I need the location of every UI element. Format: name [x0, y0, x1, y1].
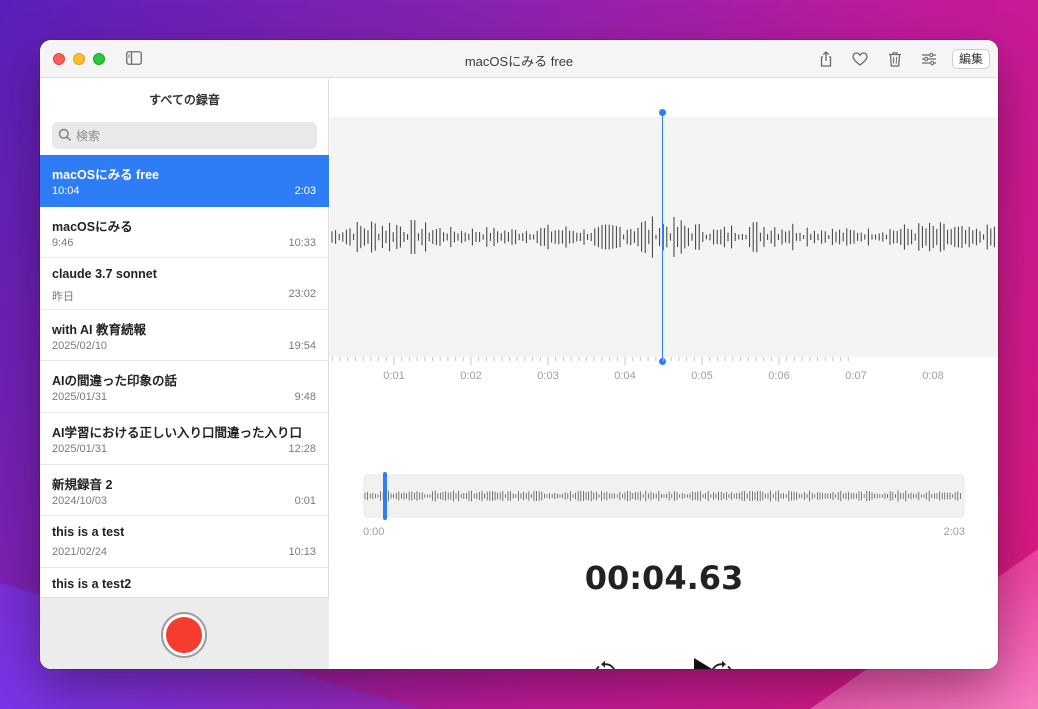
trash-icon[interactable] [886, 50, 904, 68]
recording-date: 2024/10/03 [52, 494, 108, 507]
timeline-ruler: 0:01 0:02 0:03 0:04 0:05 0:06 0:07 0:08 [330, 357, 998, 387]
waveform-area[interactable] [330, 117, 998, 357]
timeline-tick-label: 0:04 [614, 370, 636, 382]
favorite-heart-icon[interactable] [851, 50, 869, 68]
recording-name: this is a test2 [52, 576, 132, 591]
recording-name: claude 3.7 sonnet [52, 267, 157, 282]
timeline-tick-label: 0:07 [845, 370, 867, 382]
sidebar-title: すべての録音 [149, 93, 220, 107]
recording-name: AIの間違った印象の話 [52, 374, 178, 389]
recording-date: 2021/02/24 [52, 546, 108, 559]
record-button[interactable] [161, 612, 207, 658]
recording-duration: 10:33 [288, 236, 316, 249]
timeline-tick-label: 0:03 [537, 370, 559, 382]
app-window: macOSにみる free 編集 すべての録音 検索 macOSにみる free… [40, 40, 998, 669]
list-item[interactable]: with AI 教育続報 2025/02/10 19:54 [40, 310, 329, 362]
list-item[interactable]: AIの間違った印象の話 2025/01/31 9:48 [40, 361, 329, 413]
list-item[interactable]: this is a test 2021/02/24 10:13 [40, 516, 329, 568]
share-icon[interactable] [817, 50, 835, 68]
waveform [331, 216, 995, 258]
recording-duration: 19:54 [288, 339, 316, 352]
timeline-tick-label: 0:01 [383, 370, 405, 382]
recording-date: 2025/01/31 [52, 391, 108, 404]
recording-name: AI学習における正しい入り口間違った入り口 [52, 425, 303, 440]
skip-forward-15-icon[interactable]: 15 [707, 659, 737, 669]
search-icon [58, 128, 72, 142]
overview-start-time: 0:00 [363, 526, 385, 538]
playhead[interactable] [662, 112, 663, 362]
playhead-top-handle[interactable] [659, 109, 666, 116]
sidebar: すべての録音 macOSにみる free 10:04 2:03 macOSにみる… [40, 79, 329, 669]
timeline-tick-label: 0:05 [691, 370, 713, 382]
current-time-display: 00:04.63 [584, 559, 744, 597]
list-item[interactable]: claude 3.7 sonnet 昨日 23:02 [40, 258, 329, 310]
overview-waveform [364, 490, 961, 502]
settings-sliders-icon[interactable] [920, 50, 938, 68]
recording-duration: 9:48 [294, 391, 316, 404]
recording-duration: 10:13 [288, 546, 316, 559]
recording-date: 2025/02/10 [52, 339, 108, 352]
recording-duration: 2:03 [294, 185, 316, 197]
recording-date: 2025/01/31 [52, 442, 108, 455]
recording-date: 10:04 [52, 185, 80, 197]
overview-scrubber[interactable] [363, 472, 965, 520]
list-item[interactable]: 新規録音 2 2024/10/03 0:01 [40, 465, 329, 517]
sidebar-footer [40, 597, 329, 669]
recording-date: 昨日 [52, 291, 74, 304]
timeline-tick-label: 0:02 [460, 370, 482, 382]
search-field[interactable] [52, 122, 317, 149]
record-dot-icon [166, 617, 202, 653]
list-item[interactable]: this is a test2 [40, 568, 329, 596]
edit-button[interactable]: 編集 [951, 49, 990, 69]
timeline-tick-label: 0:08 [922, 370, 944, 382]
recording-name: 新規録音 2 [52, 477, 113, 492]
skip-back-15-icon[interactable]: 15 [590, 659, 620, 669]
search-input[interactable] [76, 127, 306, 144]
recording-duration: 23:02 [288, 288, 316, 301]
recording-date: 9:46 [52, 236, 74, 249]
timeline-ticks [331, 357, 849, 365]
list-item[interactable]: macOSにみる 9:46 10:33 [40, 207, 329, 259]
overview-position-handle[interactable] [383, 472, 387, 520]
titlebar: macOSにみる free 編集 [40, 40, 998, 78]
recordings-list: macOSにみる free 10:04 2:03 macOSにみる 9:46 1… [40, 155, 329, 596]
recording-name: macOSにみる free [52, 168, 159, 182]
overview-end-time: 2:03 [943, 526, 965, 538]
recording-name: macOSにみる [52, 219, 133, 234]
list-item[interactable]: AI学習における正しい入り口間違った入り口 2025/01/31 12:28 [40, 413, 329, 465]
recording-name: with AI 教育続報 [52, 322, 146, 337]
recording-duration: 0:01 [294, 494, 316, 507]
player-pane: 0:01 0:02 0:03 0:04 0:05 0:06 0:07 0:08 … [330, 79, 998, 669]
recording-duration: 12:28 [288, 442, 316, 455]
recording-name: this is a test [52, 525, 125, 540]
timeline-tick-label: 0:06 [768, 370, 790, 382]
list-item[interactable]: macOSにみる free 10:04 2:03 [40, 155, 329, 207]
